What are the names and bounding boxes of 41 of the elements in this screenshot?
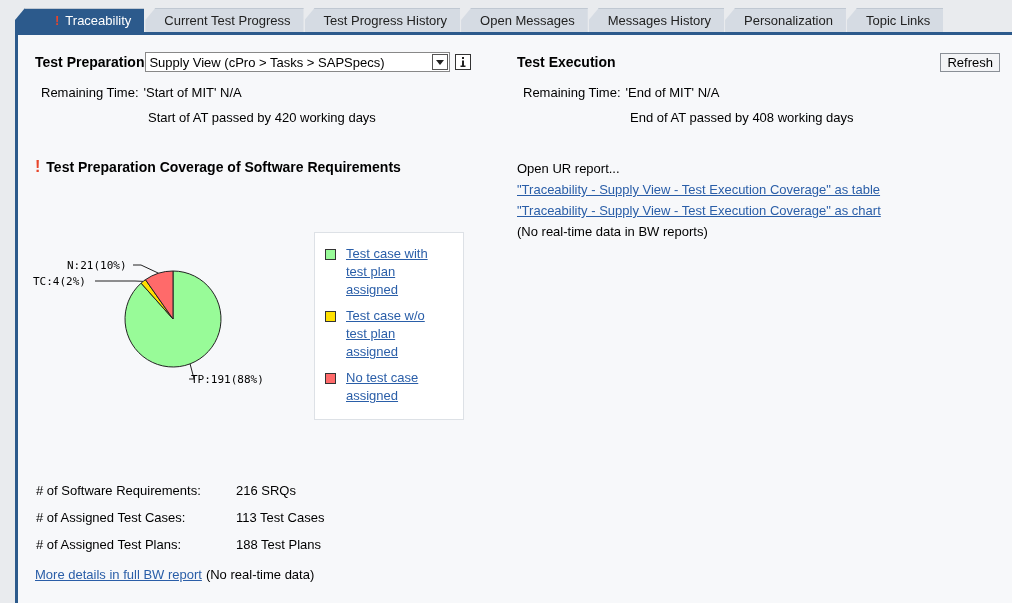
legend-link[interactable]: Test case with test plan assigned bbox=[346, 245, 446, 299]
remaining-time-value: 'Start of MIT' N/A bbox=[143, 85, 242, 100]
stat-value: 188 Test Plans bbox=[236, 536, 322, 554]
reports-heading: Open UR report... bbox=[517, 160, 621, 178]
tab[interactable]: Personalization bbox=[725, 8, 846, 32]
footer-note: (No real-time data) bbox=[205, 567, 315, 582]
passed-text: End of AT passed by 408 working days bbox=[630, 110, 855, 125]
reports-note: (No real-time data in BW reports) bbox=[517, 223, 709, 241]
remaining-time-label: Remaining Time: bbox=[523, 85, 621, 100]
legend-link[interactable]: Test case w/o test plan assigned bbox=[346, 307, 446, 361]
tab[interactable]: Topic Links bbox=[846, 8, 944, 32]
section-title: Test Preparation bbox=[35, 54, 145, 70]
tab[interactable]: Test Progress History bbox=[304, 8, 461, 32]
slice-label: N:21(10%) bbox=[67, 259, 127, 272]
leader-line bbox=[132, 264, 160, 274]
tab[interactable]: Open Messages bbox=[461, 8, 588, 32]
alert-icon: ! bbox=[55, 13, 60, 28]
chart-title: Test Preparation Coverage of Software Requirements bbox=[46, 159, 401, 175]
remaining-time-value: 'End of MIT' N/A bbox=[625, 85, 720, 100]
stat-label: # of Assigned Test Plans: bbox=[36, 536, 183, 554]
view-dropdown[interactable]: Supply View (cPro > Tasks > SAPSpecs) bbox=[145, 52, 451, 72]
stat-label: # of Assigned Test Cases: bbox=[36, 509, 187, 527]
leader-line bbox=[94, 280, 144, 282]
stat-value: 216 SRQs bbox=[236, 482, 296, 500]
stat-value: 113 Test Cases bbox=[236, 509, 325, 527]
tab[interactable]: ! Traceability bbox=[15, 8, 145, 32]
stat-label: # of Software Requirements: bbox=[36, 482, 202, 500]
section-title: Test Execution bbox=[517, 54, 616, 70]
remaining-time-label: Remaining Time: bbox=[41, 85, 139, 100]
slice-label: TP:191(88%) bbox=[191, 373, 264, 386]
report-link[interactable]: More details in full BW report bbox=[35, 567, 202, 582]
report-link[interactable]: "Traceability - Supply View - Test Execution Coverage" as table bbox=[517, 182, 881, 197]
legend-link[interactable]: No test case assigned bbox=[346, 369, 446, 405]
alert-icon: ! bbox=[35, 158, 41, 176]
tab[interactable]: Messages History bbox=[588, 8, 725, 32]
info-icon[interactable] bbox=[455, 54, 472, 70]
report-link[interactable]: "Traceability - Supply View - Test Execution Coverage" as chart bbox=[517, 203, 881, 218]
slice-label: TC:4(2%) bbox=[33, 275, 86, 288]
passed-text: Start of AT passed by 420 working days bbox=[148, 110, 377, 125]
tab[interactable]: Current Test Progress bbox=[145, 8, 304, 32]
refresh-button[interactable]: Refresh bbox=[940, 52, 1000, 72]
